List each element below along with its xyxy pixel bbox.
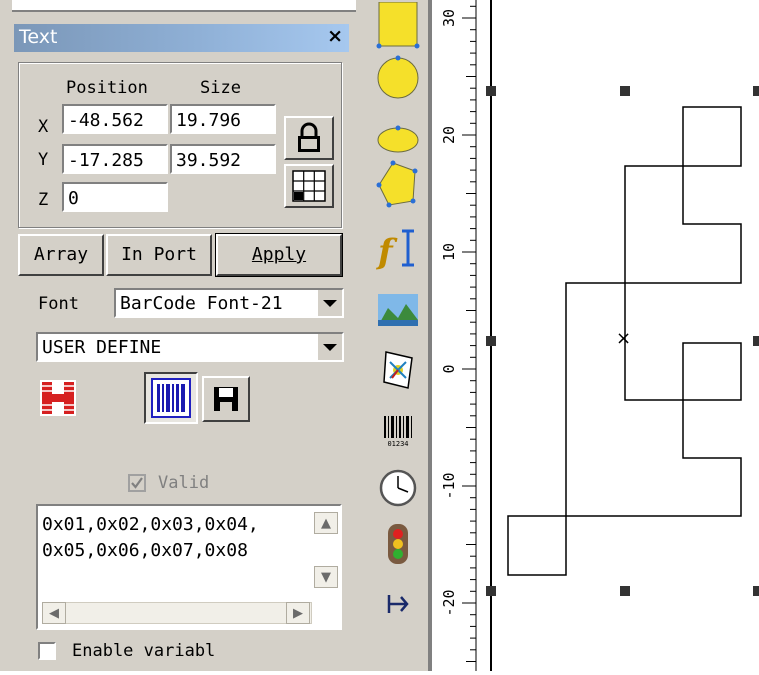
panel-title-bar: Text × [14, 24, 349, 52]
handle-bottom-right[interactable] [753, 586, 759, 596]
polygon-icon [376, 160, 418, 208]
x-label: X [38, 117, 49, 137]
z-label: Z [38, 190, 49, 210]
text-tool-button[interactable]: f [372, 222, 424, 274]
svg-text:f: f [376, 232, 398, 271]
landscape-image-icon [378, 294, 418, 326]
svg-text:01234: 01234 [387, 440, 408, 448]
x-position-field[interactable]: -48.562 [62, 104, 168, 134]
ellipse-icon [377, 125, 419, 153]
barcode-settings-icon [40, 380, 76, 416]
barcode-settings-button[interactable] [36, 374, 80, 422]
extend-axis-tool-button[interactable] [372, 578, 424, 630]
barcode-tool-icon: 01234 [384, 416, 412, 448]
enable-variable-checkbox[interactable] [38, 642, 56, 660]
handle-top-left[interactable] [486, 86, 496, 96]
apply-button[interactable]: Apply [215, 233, 343, 277]
clock-icon [379, 469, 417, 507]
y-label: Y [38, 150, 49, 170]
signal-light-tool-button[interactable] [372, 518, 424, 570]
barcode-type-select[interactable]: USER DEFINE [36, 332, 344, 362]
barcode-type-value: USER DEFINE [42, 337, 162, 358]
circle-tool-button[interactable] [372, 52, 424, 104]
ruler-label: 20 [440, 126, 458, 144]
axis-icon [387, 595, 409, 613]
scroll-down-icon[interactable]: ▼ [314, 566, 338, 588]
close-icon[interactable]: × [327, 25, 343, 47]
design-canvas[interactable]: × [480, 0, 759, 671]
array-button[interactable]: Array [18, 234, 104, 276]
barcode-data-text: 0x01,0x02,0x03,0x04, 0x05,0x06,0x07,0x08 [42, 514, 259, 561]
lock-ratio-button[interactable] [284, 116, 334, 160]
font-select[interactable]: BarCode Font-21 [114, 288, 344, 318]
lock-icon [298, 122, 320, 152]
x-size-field[interactable]: 19.796 [170, 104, 276, 134]
ellipse-tool-button[interactable] [372, 112, 424, 164]
handle-middle-right[interactable] [753, 336, 759, 346]
handle-top-right[interactable] [753, 86, 759, 96]
ruler-label: 30 [440, 9, 458, 27]
clock-tool-button[interactable] [372, 462, 424, 514]
panel-title: Text [19, 26, 58, 48]
vertical-ruler: 30 20 10 0 -10 -20 [432, 0, 480, 671]
barcode-icon [151, 378, 191, 418]
save-barcode-button[interactable] [202, 376, 250, 422]
checkmark-icon [131, 477, 143, 489]
y-size-field[interactable]: 39.592 [170, 144, 276, 174]
vector-file-icon [383, 351, 413, 389]
center-marker: × [616, 328, 632, 349]
panel-top-edge [12, 0, 356, 12]
handle-top-center[interactable] [620, 86, 630, 96]
anchor-position-button[interactable] [284, 164, 334, 208]
chevron-down-icon[interactable] [316, 290, 342, 316]
ruler-label: -20 [440, 589, 458, 616]
traffic-light-icon [388, 524, 408, 564]
z-field[interactable]: 0 [62, 182, 168, 212]
font-select-value: BarCode Font-21 [120, 293, 283, 314]
ruler-label: 10 [440, 243, 458, 261]
scroll-right-icon[interactable]: ▶ [286, 602, 310, 624]
ruler-label: -10 [440, 472, 458, 499]
valid-checkbox[interactable] [128, 474, 146, 492]
vector-file-tool-button[interactable] [372, 344, 424, 396]
text-properties-panel: Text × Position Size X -48.562 19.796 Y … [0, 0, 368, 671]
rectangle-tool-button[interactable] [372, 0, 424, 52]
barcode-tool-button[interactable]: 01234 [372, 404, 424, 456]
ruler-scale: 30 20 10 0 -10 -20 [440, 0, 477, 671]
position-header: Position [66, 78, 148, 98]
floppy-disk-icon [214, 387, 238, 411]
polygon-tool-button[interactable] [372, 158, 424, 210]
ruler-label: 0 [440, 364, 458, 373]
circle-icon [377, 55, 419, 99]
y-position-field[interactable]: -17.285 [62, 144, 168, 174]
grid-icon [292, 170, 326, 202]
text-tool-icon: f [376, 229, 414, 271]
chevron-down-icon[interactable] [316, 334, 342, 360]
scroll-left-icon[interactable]: ◀ [42, 602, 66, 624]
handle-bottom-left[interactable] [486, 586, 496, 596]
enable-variable-label: Enable variabl [72, 641, 216, 661]
rectangle-icon [376, 2, 420, 49]
size-header: Size [200, 78, 241, 98]
inport-button[interactable]: In Port [106, 234, 212, 276]
handle-middle-left[interactable] [486, 336, 496, 346]
horizontal-scrollbar[interactable] [42, 602, 312, 624]
valid-label: Valid [158, 473, 210, 493]
bitmap-tool-button[interactable] [372, 284, 424, 336]
barcode-data-textarea[interactable]: 0x01,0x02,0x03,0x04, 0x05,0x06,0x07,0x08… [36, 504, 342, 630]
font-label: Font [38, 294, 79, 314]
scroll-up-icon[interactable]: ▲ [314, 512, 338, 534]
barcode-preview-button[interactable] [144, 372, 198, 424]
handle-bottom-center[interactable] [620, 586, 630, 596]
